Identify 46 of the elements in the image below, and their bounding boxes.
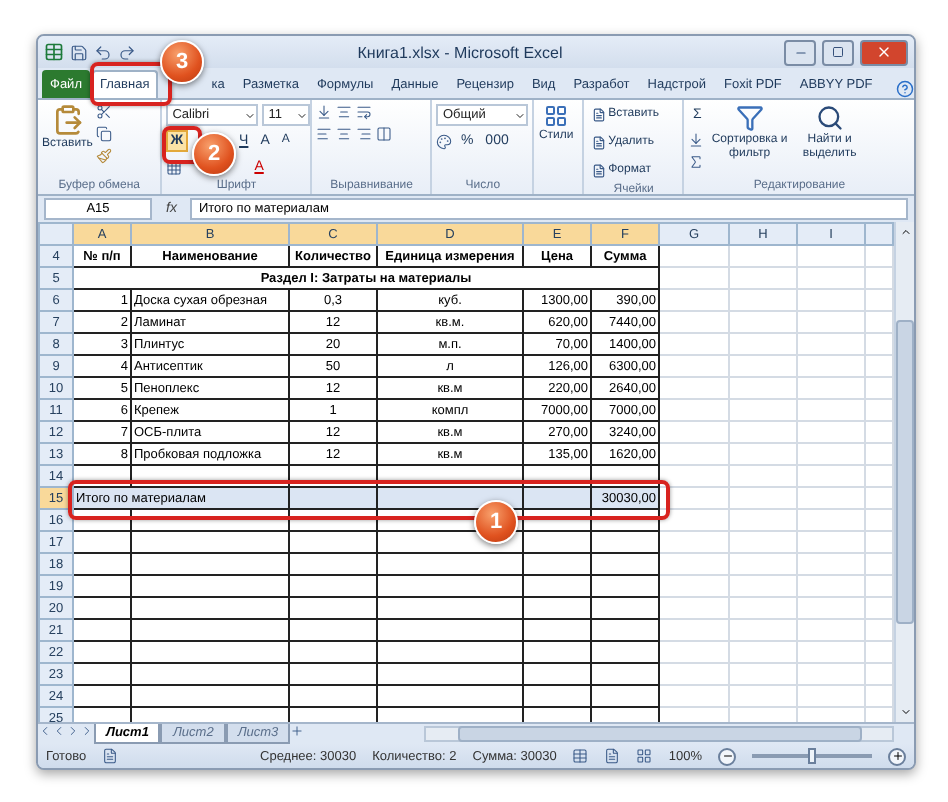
search-icon: [815, 104, 844, 132]
align-center-icon[interactable]: [336, 126, 353, 142]
borders-icon[interactable]: [166, 159, 183, 175]
wrap-text-icon[interactable]: [356, 104, 373, 120]
styles-icon: [544, 104, 569, 128]
redo-icon[interactable]: [118, 43, 136, 61]
undo-icon[interactable]: [94, 43, 112, 61]
align-right-icon[interactable]: [356, 126, 373, 142]
plus-icon: [891, 750, 903, 762]
align-left-icon[interactable]: [316, 126, 333, 142]
paste-icon: [51, 104, 84, 136]
window-title: Книга1.xlsx - Microsoft Excel: [357, 43, 563, 61]
maximize-button[interactable]: [822, 39, 854, 65]
scroll-up-icon[interactable]: [899, 226, 911, 238]
copy-icon[interactable]: [96, 126, 113, 142]
align-middle-icon[interactable]: [336, 104, 353, 120]
filter-icon: [735, 104, 764, 132]
caret-icon: [244, 109, 257, 121]
page-break-icon[interactable]: [636, 748, 653, 764]
normal-view-icon[interactable]: [572, 748, 589, 764]
brush-icon[interactable]: [96, 148, 113, 164]
minus-icon: [721, 750, 733, 762]
align-top-icon[interactable]: [316, 104, 333, 120]
merge-icon[interactable]: [376, 126, 393, 142]
macro-icon[interactable]: [102, 748, 119, 764]
scissors-icon[interactable]: [96, 104, 113, 120]
scroll-down-icon[interactable]: [899, 706, 911, 718]
page-layout-icon[interactable]: [604, 748, 621, 764]
minimize-button[interactable]: [784, 39, 816, 65]
maximize-icon: [832, 46, 844, 58]
zoom-in-button[interactable]: [888, 747, 906, 765]
horizontal-scrollbar[interactable]: [424, 726, 894, 742]
excel-logo-icon: [44, 42, 64, 62]
caret-icon: [296, 109, 309, 121]
caret-icon: [514, 109, 527, 121]
close-button[interactable]: [860, 39, 908, 65]
fill-down-icon[interactable]: [688, 132, 705, 148]
save-icon[interactable]: [70, 43, 88, 61]
zoom-thumb[interactable]: [808, 748, 816, 764]
document-icon: [592, 108, 607, 122]
document-icon: [592, 164, 607, 178]
zoom-out-button[interactable]: [718, 747, 736, 765]
help-icon[interactable]: [896, 80, 914, 98]
document-icon: [592, 136, 607, 150]
close-icon: [876, 44, 892, 60]
vertical-scrollbar[interactable]: [894, 222, 914, 722]
